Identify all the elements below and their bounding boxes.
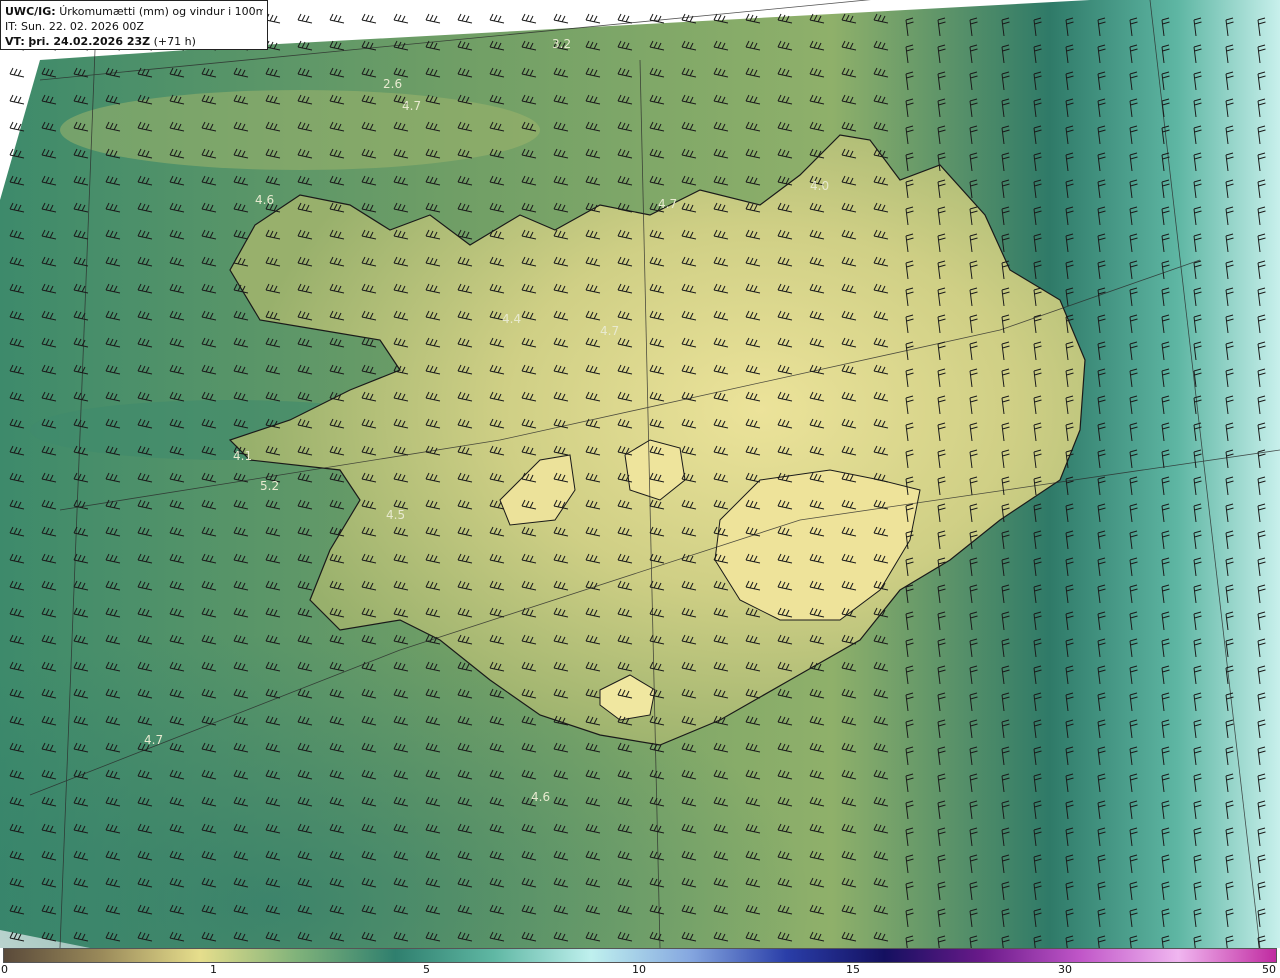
legend-tick: 10 bbox=[632, 963, 646, 976]
value-label: 4.0 bbox=[810, 179, 829, 193]
legend-tick: 1 bbox=[210, 963, 217, 976]
valid-time-line: VT: þri. 24.02.2026 23Z (+71 h) bbox=[5, 34, 263, 49]
value-label: 2.6 bbox=[383, 77, 402, 91]
value-label: 4.6 bbox=[255, 193, 274, 207]
value-label: 4.7 bbox=[658, 197, 677, 211]
valid-time: þri. 24.02.2026 23Z bbox=[28, 35, 151, 48]
map-canvas: 3.2 2.6 4.7 4.6 4.7 4.0 4.4 4.7 5.2 4.5 … bbox=[0, 0, 1280, 948]
model-label: UWC/IG: bbox=[5, 5, 56, 18]
value-label: 3.2 bbox=[552, 37, 571, 51]
value-label: 4.5 bbox=[386, 508, 405, 522]
value-label: 4.7 bbox=[600, 324, 619, 338]
value-label: 4.1 bbox=[233, 449, 252, 463]
legend-tick: 15 bbox=[846, 963, 860, 976]
legend-tick: 30 bbox=[1058, 963, 1072, 976]
title-line: UWC/IG: Úrkomumætti (mm) og vindur i 100… bbox=[5, 4, 263, 19]
legend-colorbar bbox=[3, 948, 1277, 963]
legend-tick: 5 bbox=[423, 963, 430, 976]
value-label: 5.2 bbox=[260, 479, 279, 493]
value-label: 4.7 bbox=[144, 733, 163, 747]
value-label: 4.6 bbox=[531, 790, 550, 804]
legend-tick: 50 bbox=[1262, 963, 1276, 976]
valid-label: VT: bbox=[5, 35, 25, 48]
init-time: IT: Sun. 22. 02. 2026 00Z bbox=[5, 20, 144, 33]
valid-offset: (+71 h) bbox=[153, 35, 196, 48]
value-label: 4.7 bbox=[402, 99, 421, 113]
legend-tick: 0 bbox=[1, 963, 8, 976]
value-label: 4.4 bbox=[502, 312, 521, 326]
color-legend: 0 1 5 10 15 30 50 bbox=[0, 948, 1280, 978]
weather-map: 3.2 2.6 4.7 4.6 4.7 4.0 4.4 4.7 5.2 4.5 … bbox=[0, 0, 1280, 948]
map-title: Úrkomumætti (mm) og vindur i 100m hæð bbox=[59, 5, 263, 18]
map-info-box: UWC/IG: Úrkomumætti (mm) og vindur i 100… bbox=[0, 0, 268, 50]
